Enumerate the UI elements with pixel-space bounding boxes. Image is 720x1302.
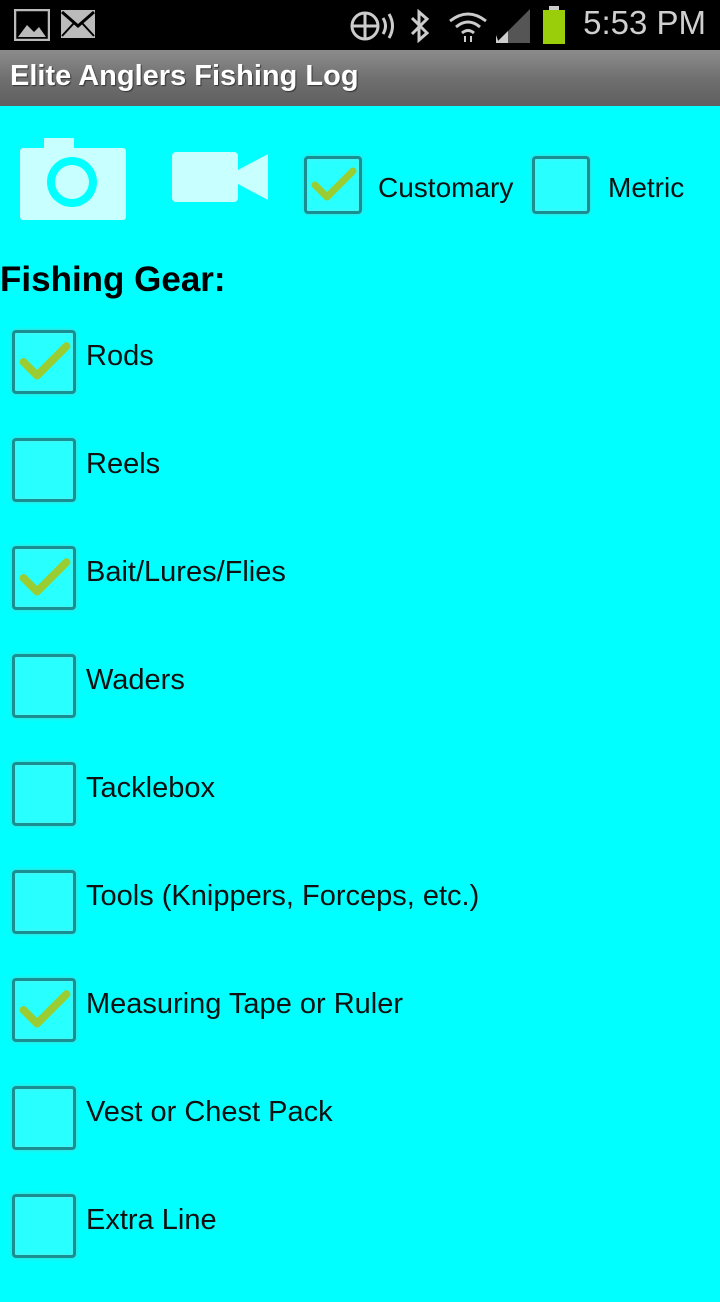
gear-checkbox[interactable] bbox=[12, 438, 76, 502]
customary-checkbox[interactable] bbox=[304, 156, 362, 214]
video-camera-icon[interactable] bbox=[172, 148, 268, 210]
gear-checkbox[interactable] bbox=[12, 330, 76, 394]
gear-label: Vest or Chest Pack bbox=[86, 1096, 333, 1128]
battery-icon bbox=[542, 6, 566, 48]
bluetooth-icon bbox=[408, 8, 432, 47]
gear-checkbox[interactable] bbox=[12, 1086, 76, 1150]
camera-icon[interactable] bbox=[20, 136, 126, 224]
gear-label: Reels bbox=[86, 448, 161, 480]
gear-item-vest-chest-pack[interactable]: Vest or Chest Pack bbox=[0, 1086, 720, 1194]
gear-item-tacklebox[interactable]: Tacklebox bbox=[0, 762, 720, 870]
metric-checkbox[interactable] bbox=[532, 156, 590, 214]
gear-item-tools[interactable]: Tools (Knippers, Forceps, etc.) bbox=[0, 870, 720, 978]
gear-label: Rods bbox=[86, 340, 154, 372]
gear-checkbox[interactable] bbox=[12, 1194, 76, 1258]
wifi-icon bbox=[448, 9, 488, 47]
gear-label: Bait/Lures/Flies bbox=[86, 556, 286, 588]
nfc-signal-icon bbox=[348, 9, 398, 47]
checkmark-icon bbox=[19, 342, 71, 380]
gear-label: Extra Line bbox=[86, 1204, 217, 1236]
mail-notification-icon bbox=[60, 9, 96, 43]
gear-checkbox[interactable] bbox=[12, 762, 76, 826]
gear-label: Tacklebox bbox=[86, 772, 215, 804]
gear-checkbox[interactable] bbox=[12, 978, 76, 1042]
gallery-notification-icon bbox=[13, 8, 51, 45]
gear-item-extra-line[interactable]: Extra Line bbox=[0, 1194, 720, 1302]
status-bar: 5:53 PM bbox=[0, 0, 720, 50]
status-time: 5:53 PM bbox=[583, 4, 706, 41]
gear-checkbox[interactable] bbox=[12, 546, 76, 610]
gear-item-measuring-tape[interactable]: Measuring Tape or Ruler bbox=[0, 978, 720, 1086]
checkmark-icon bbox=[311, 167, 357, 201]
checkmark-icon bbox=[19, 558, 71, 596]
gear-label: Waders bbox=[86, 664, 185, 696]
gear-checkbox[interactable] bbox=[12, 654, 76, 718]
gear-item-reels[interactable]: Reels bbox=[0, 438, 720, 546]
gear-label: Measuring Tape or Ruler bbox=[86, 988, 404, 1020]
customary-label: Customary bbox=[378, 172, 514, 203]
main-content: Customary Metric Fishing Gear: Rods Reel… bbox=[0, 106, 720, 1280]
cell-signal-icon bbox=[494, 9, 532, 47]
app-title: Elite Anglers Fishing Log bbox=[10, 60, 359, 92]
gear-item-waders[interactable]: Waders bbox=[0, 654, 720, 762]
checkmark-icon bbox=[19, 990, 71, 1028]
gear-item-rods[interactable]: Rods bbox=[0, 330, 720, 438]
fishing-gear-heading: Fishing Gear: bbox=[0, 260, 226, 299]
gear-label: Tools (Knippers, Forceps, etc.) bbox=[86, 880, 480, 912]
metric-label: Metric bbox=[608, 172, 685, 203]
gear-item-bait-lures-flies[interactable]: Bait/Lures/Flies bbox=[0, 546, 720, 654]
gear-checkbox[interactable] bbox=[12, 870, 76, 934]
app-title-bar: Elite Anglers Fishing Log bbox=[0, 50, 720, 106]
